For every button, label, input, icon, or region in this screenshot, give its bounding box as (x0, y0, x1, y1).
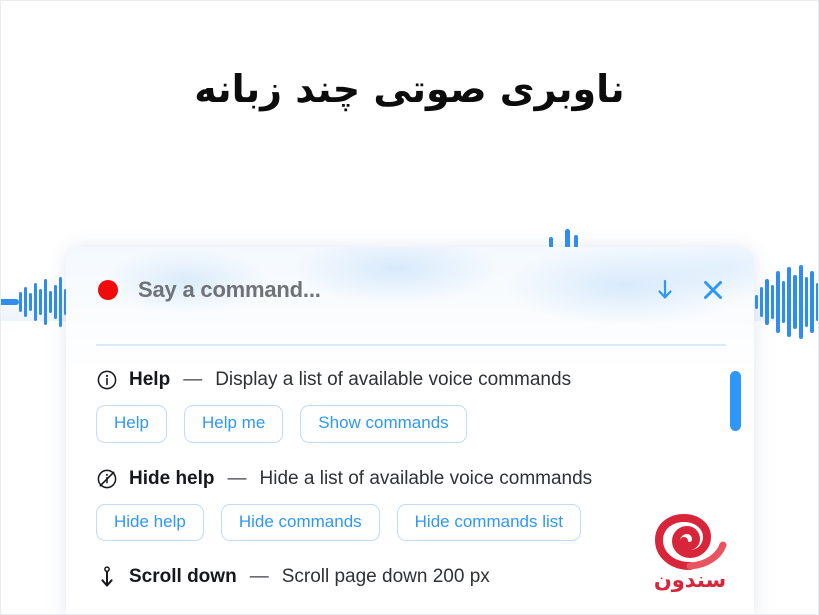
page-title: ناوبری صوتی چند زبانه (194, 67, 625, 111)
command-dash: — (249, 566, 269, 588)
command-item-scroll-down: Scroll down — Scroll page down 200 px (96, 566, 718, 588)
info-circle-slash-icon (96, 468, 118, 490)
header-divider (96, 344, 726, 346)
command-header: Scroll down — Scroll page down 200 px (96, 566, 718, 588)
command-header: Help — Display a list of available voice… (96, 369, 718, 391)
command-item-hide-help: Hide help — Hide a list of available voi… (96, 468, 718, 542)
command-name: Scroll down (129, 566, 237, 588)
scrollbar-thumb[interactable] (730, 371, 741, 431)
command-chip[interactable]: Hide commands (220, 503, 380, 542)
spiral-logo-icon (654, 514, 727, 570)
command-dash: — (227, 467, 247, 489)
command-chip[interactable]: Show commands (300, 405, 467, 443)
command-name: Help (129, 369, 171, 390)
waveform-right (755, 265, 818, 339)
command-chip[interactable]: Help me (183, 405, 284, 443)
arrow-down-anchor-icon (96, 566, 118, 588)
command-chip[interactable]: Hide help (96, 503, 204, 542)
command-chip-group: Hide help Hide commands Hide commands li… (96, 503, 718, 542)
brand-logo: سندون (640, 514, 740, 598)
record-dot-icon (98, 280, 118, 300)
screenshot-root: ناوبری صوتی چند زبانه Say a command... H… (1, 1, 818, 614)
command-chip[interactable]: Help (96, 405, 167, 443)
command-description: Hide a list of available voice commands (259, 467, 593, 489)
command-name: Hide help (129, 467, 215, 489)
command-prompt-text: Say a command... (138, 277, 321, 302)
brand-name: سندون (653, 568, 727, 592)
command-chip-group: Help Help me Show commands (96, 405, 718, 443)
command-dash: — (183, 369, 203, 390)
info-circle-icon (96, 369, 118, 391)
command-item-help: Help — Display a list of available voice… (96, 369, 718, 443)
close-icon[interactable] (700, 277, 726, 303)
command-description: Display a list of available voice comman… (215, 369, 572, 390)
command-chip[interactable]: Hide commands list (396, 503, 581, 542)
command-description: Scroll page down 200 px (281, 566, 490, 588)
download-icon[interactable] (652, 277, 678, 303)
panel-header: Say a command... (66, 247, 754, 333)
command-header: Hide help — Hide a list of available voi… (96, 468, 718, 490)
panel-header-actions (652, 277, 726, 303)
